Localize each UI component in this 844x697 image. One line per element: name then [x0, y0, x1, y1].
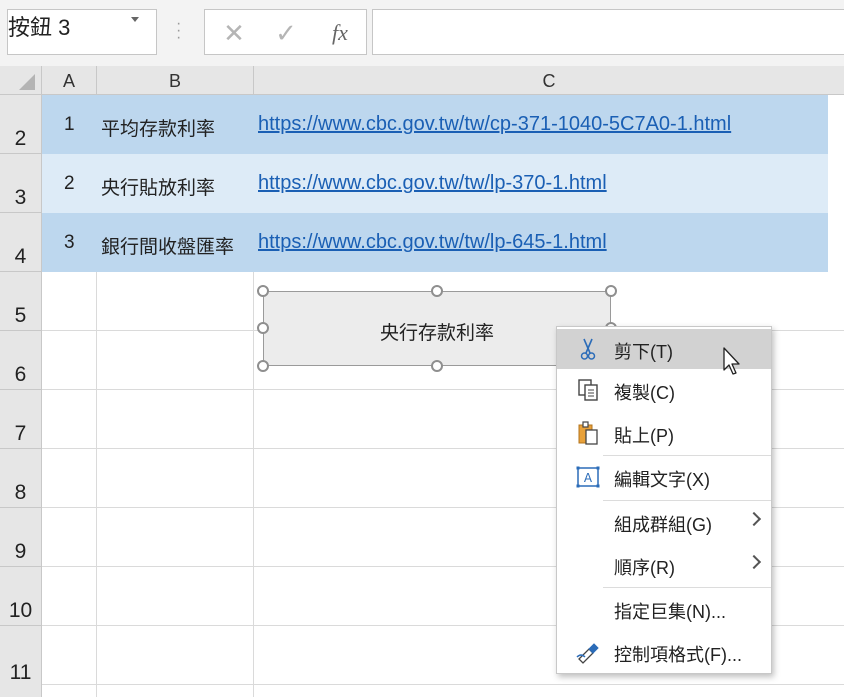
- cell-a3[interactable]: 2: [64, 173, 75, 195]
- formula-input[interactable]: [372, 9, 844, 55]
- copy-icon: [578, 379, 598, 401]
- submenu-chevron-icon: [746, 511, 762, 527]
- row-header-2[interactable]: 2: [0, 95, 42, 154]
- menu-item-edit-text[interactable]: A 編輯文字(X): [557, 457, 771, 497]
- insert-function-icon[interactable]: fx: [325, 18, 355, 48]
- name-box-dropdown-icon[interactable]: [131, 17, 139, 22]
- row-header-5[interactable]: 5: [0, 272, 42, 331]
- row-header-label: 4: [14, 245, 27, 268]
- menu-item-label: 順序(R): [614, 558, 675, 578]
- resize-handle-bottom-left[interactable]: [257, 360, 269, 372]
- column-header-a[interactable]: A: [42, 66, 97, 95]
- formula-bar-buttons: ✕ ✓ fx: [204, 9, 367, 55]
- menu-item-group[interactable]: 組成群組(G): [557, 502, 771, 542]
- resize-handle-top-right[interactable]: [605, 285, 617, 297]
- menu-item-label: 控制項格式(F)...: [614, 645, 742, 665]
- cell-a4[interactable]: 3: [64, 232, 75, 254]
- menu-separator: [603, 500, 771, 501]
- menu-item-label: 組成群組(G): [614, 515, 712, 535]
- cell-b4[interactable]: 銀行間收盤匯率: [101, 232, 234, 259]
- row-header-10[interactable]: 10: [0, 567, 42, 626]
- menu-item-label: 編輯文字(X): [614, 470, 710, 490]
- row-header-label: 6: [14, 363, 27, 386]
- row-header-8[interactable]: 8: [0, 449, 42, 508]
- formula-bar-grip-icon[interactable]: · · ·: [176, 16, 181, 46]
- row-header-11[interactable]: 11: [0, 626, 42, 697]
- cancel-icon[interactable]: ✕: [219, 18, 249, 48]
- select-all-triangle-icon: [19, 74, 35, 90]
- grid-line: [96, 272, 97, 697]
- grid-line: [253, 272, 254, 697]
- svg-text:A: A: [584, 471, 593, 485]
- menu-item-label: 剪下(T): [614, 342, 673, 362]
- resize-handle-bottom[interactable]: [431, 360, 443, 372]
- resize-handle-left[interactable]: [257, 322, 269, 334]
- row-header-label: 3: [14, 186, 27, 209]
- row-header-label: 7: [14, 422, 27, 445]
- row-header-9[interactable]: 9: [0, 508, 42, 567]
- menu-item-paste[interactable]: 貼上(P): [557, 413, 771, 453]
- row-header-label: 2: [14, 127, 27, 150]
- menu-separator: [603, 587, 771, 588]
- mouse-cursor-icon: [723, 347, 740, 375]
- context-menu: 剪下(T) 複製(C) 貼上(P) A 編輯文字(X) 組成群組(G) 順序(R…: [556, 326, 772, 674]
- resize-handle-top-left[interactable]: [257, 285, 269, 297]
- row-header-4[interactable]: 4: [0, 213, 42, 272]
- cell-a2[interactable]: 1: [64, 114, 75, 136]
- format-control-icon: [576, 643, 599, 664]
- row-header-label: 8: [14, 481, 27, 504]
- row-header-label: 5: [14, 304, 27, 327]
- row-header-label: 10: [8, 599, 33, 622]
- menu-separator: [603, 455, 771, 456]
- submenu-chevron-icon: [746, 554, 762, 570]
- row-header-7[interactable]: 7: [0, 390, 42, 449]
- row-header-6[interactable]: 6: [0, 331, 42, 390]
- name-box-value: 按鈕 3: [8, 15, 71, 40]
- cell-b3[interactable]: 央行貼放利率: [101, 173, 215, 200]
- cell-c3-link[interactable]: https://www.cbc.gov.tw/tw/lp-370-1.html: [258, 172, 607, 195]
- menu-item-format-control[interactable]: 控制項格式(F)...: [557, 632, 771, 672]
- menu-item-assign-macro[interactable]: 指定巨集(N)...: [557, 589, 771, 629]
- cell-c4-link[interactable]: https://www.cbc.gov.tw/tw/lp-645-1.html: [258, 231, 607, 254]
- menu-item-order[interactable]: 順序(R): [557, 545, 771, 585]
- edit-text-icon: A: [576, 466, 600, 488]
- paste-icon: [578, 421, 598, 445]
- column-header-c[interactable]: C: [254, 66, 844, 95]
- row-header-label: 11: [9, 661, 32, 684]
- resize-handle-top[interactable]: [431, 285, 443, 297]
- enter-icon[interactable]: ✓: [271, 18, 301, 48]
- row-header-label: 9: [14, 540, 27, 563]
- grid-line: [42, 684, 844, 685]
- cell-c2-link[interactable]: https://www.cbc.gov.tw/tw/cp-371-1040-5C…: [258, 113, 731, 136]
- cell-b2[interactable]: 平均存款利率: [101, 114, 215, 141]
- row-header-3[interactable]: 3: [0, 154, 42, 213]
- scissors-icon: [580, 338, 596, 360]
- menu-item-label: 貼上(P): [614, 426, 674, 446]
- menu-item-label: 複製(C): [614, 383, 675, 403]
- menu-item-label: 指定巨集(N)...: [614, 602, 726, 622]
- column-header-b[interactable]: B: [97, 66, 254, 95]
